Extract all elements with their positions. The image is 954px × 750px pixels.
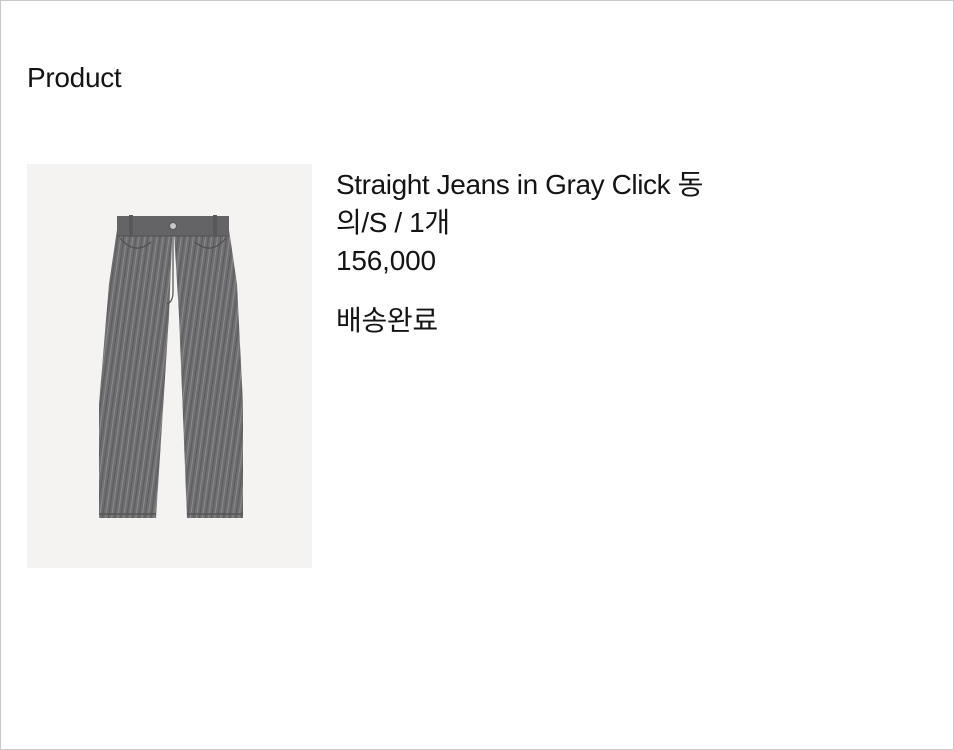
product-option-line: 의/S / 1개 — [336, 207, 450, 238]
order-product-panel: Product Straight Jeans in Gray Click 동 의… — [0, 0, 954, 750]
product-name-line-1[interactable]: Straight Jeans in Gray Click 동 — [336, 166, 776, 204]
product-thumbnail[interactable] — [27, 164, 312, 568]
section-title: Product — [27, 62, 122, 93]
product-price: 156,000 — [336, 245, 436, 276]
jeans-image — [99, 215, 243, 518]
delivery-status: 배송완료 — [336, 305, 438, 336]
product-info: Straight Jeans in Gray Click 동 의/S / 1개 … — [336, 166, 776, 340]
